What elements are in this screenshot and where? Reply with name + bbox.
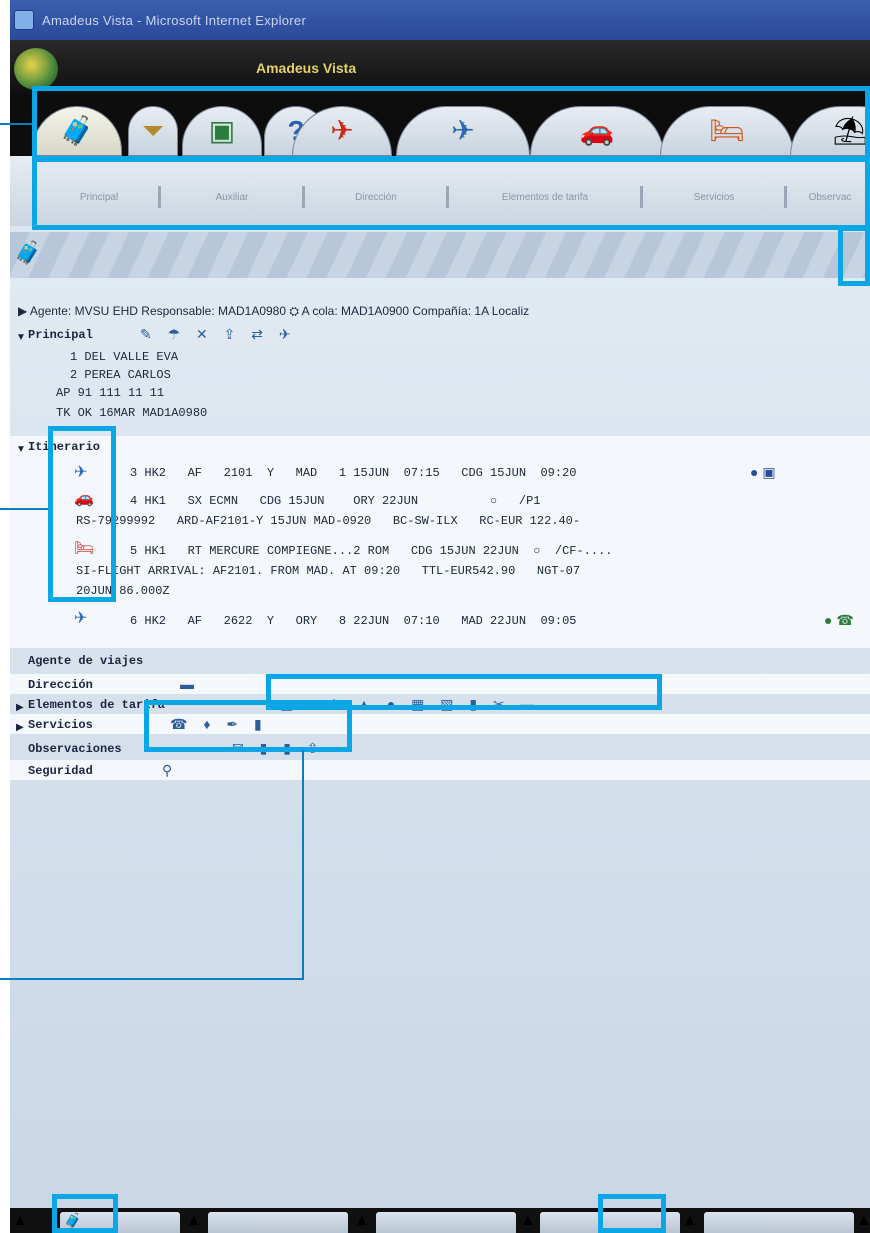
segment-4[interactable]: 4 HK1 SX ECMN CDG 15JUN ORY 22JUN ○ /P1 <box>130 494 540 508</box>
callout-main-tabs <box>32 86 870 162</box>
context-banner: 🧳 <box>10 232 870 278</box>
air-segment-icon-2: ✈ <box>74 610 88 627</box>
pin-icon: ▲ <box>856 1212 870 1229</box>
leader-line-servicios-h <box>0 978 304 980</box>
callout-sub-tabs <box>32 156 870 230</box>
segment-status-icons: ● ▣ <box>750 464 776 480</box>
pin-icon: ▲ <box>520 1212 536 1229</box>
servicios-expand-arrow[interactable]: ▶ <box>16 722 24 733</box>
window-title: Amadeus Vista - Microsoft Internet Explo… <box>42 12 307 28</box>
seguridad-row <box>10 760 870 780</box>
app-title: Amadeus Vista <box>256 60 357 76</box>
leader-line-itinerary <box>0 508 48 510</box>
segment-5[interactable]: 5 HK1 RT MERCURE COMPIEGNE...2 ROM CDG 1… <box>130 544 612 558</box>
leader-line-servicios-v <box>302 750 304 980</box>
elementos-expand-arrow[interactable]: ▶ <box>16 702 24 713</box>
leader-line-tabs <box>0 123 32 125</box>
segment-6[interactable]: 6 HK2 AF 2622 Y ORY 8 22JUN 07:10 MAD 22… <box>130 614 576 628</box>
pin-icon: ▲ <box>186 1212 202 1229</box>
segment-5-remarks: SI-FLIGHT ARRIVAL: AF2101. FROM MAD. AT … <box>76 564 581 578</box>
footer-slot-5[interactable] <box>704 1212 854 1233</box>
principal-expand-arrow[interactable]: ▼ <box>16 332 26 343</box>
callout-footer-mid <box>598 1194 666 1233</box>
agent-small-icon: 🧳 <box>14 240 42 265</box>
footer-slot-2[interactable] <box>208 1212 348 1233</box>
principal-toolbar-icons[interactable]: ✎ ☂ ✕ ⇪ ⇄ ✈ <box>140 326 297 343</box>
segment-3[interactable]: 3 HK2 AF 2101 Y MAD 1 15JUN 07:15 CDG 15… <box>130 466 576 480</box>
callout-servicios-icons <box>144 700 352 752</box>
callout-footer-left <box>52 1194 118 1233</box>
section-observaciones[interactable]: Observaciones <box>28 742 122 756</box>
agent-info-line: ▶ Agente: MVSU EHD Responsable: MAD1A098… <box>18 304 530 318</box>
callout-banner-right <box>838 226 870 286</box>
callout-itinerary-icons <box>48 426 116 602</box>
footer-bar: ▲ 🧳 ▲ ▲ ▲ ▲ ▲ <box>10 1208 870 1233</box>
section-direccion[interactable]: Dirección <box>28 678 93 692</box>
segment-6-status-icons: ● ☎ <box>824 612 854 628</box>
itinerary-expand-arrow[interactable]: ▼ <box>16 444 26 455</box>
segment-4-remarks: RS-79299992 ARD-AF2101-Y 15JUN MAD-0920 … <box>76 514 581 528</box>
internet-explorer-icon <box>14 10 34 30</box>
servicios-row <box>10 714 870 734</box>
footer-slot-3[interactable] <box>376 1212 516 1233</box>
passenger-line-1: 1 DEL VALLE EVA <box>70 350 179 364</box>
pin-icon: ▲ <box>682 1212 698 1229</box>
amadeus-globe-logo <box>14 48 58 90</box>
section-agente-viajes[interactable]: Agente de viajes <box>28 654 143 668</box>
section-servicios[interactable]: Servicios <box>28 718 93 732</box>
passenger-line-2: 2 PEREA CARLOS <box>70 368 171 382</box>
section-seguridad[interactable]: Seguridad <box>28 764 93 778</box>
phone-line: AP 91 111 11 11 <box>56 386 165 400</box>
pin-icon: ▲ <box>12 1212 28 1229</box>
pin-icon: ▲ <box>354 1212 370 1229</box>
section-principal[interactable]: Principal <box>28 328 93 342</box>
ticket-line: TK OK 16MAR MAD1A0980 <box>56 406 208 420</box>
search-icon[interactable]: ⚲ <box>162 762 178 779</box>
direccion-icons[interactable]: ▬ <box>180 676 200 692</box>
title-bar: Amadeus Vista - Microsoft Internet Explo… <box>10 0 870 40</box>
pnr-display: ▶ Agente: MVSU EHD Responsable: MAD1A098… <box>10 278 870 1208</box>
